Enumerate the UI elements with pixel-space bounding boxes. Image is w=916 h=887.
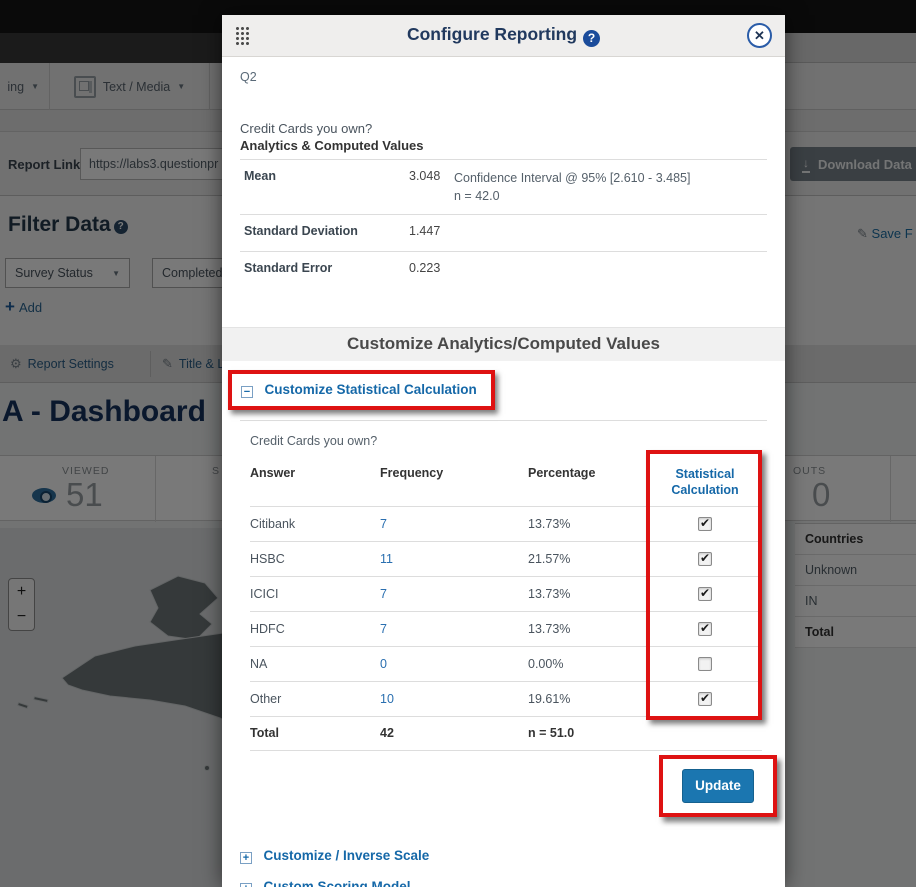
collapse-icon[interactable]: −	[241, 386, 253, 398]
statistical-calculation-checkbox[interactable]	[698, 657, 712, 671]
col-percentage: Percentage	[528, 466, 648, 480]
question-code: Q2	[240, 70, 767, 84]
statistical-calculation-checkbox[interactable]	[698, 552, 712, 566]
configure-reporting-dialog: Configure Reporting? ✕ Q2 Credit Cards y…	[222, 15, 785, 887]
divider	[240, 420, 767, 421]
col-answer: Answer	[250, 466, 380, 480]
percentage-value: 21.57%	[528, 552, 648, 566]
total-row: Total 42 n = 51.0	[250, 716, 762, 751]
expander-link-row: + Customize / Inverse Scale	[240, 847, 767, 865]
customize-statistical-calculation-link[interactable]: Customize Statistical Calculation	[264, 382, 476, 397]
answer-label: HSBC	[250, 552, 380, 566]
close-button[interactable]: ✕	[747, 23, 772, 48]
annotation-box-update: Update	[659, 755, 777, 817]
question-text: Credit Cards you own?	[240, 121, 767, 136]
answer-row: HSBC 11 21.57%	[250, 541, 762, 576]
update-area: Update	[240, 753, 767, 823]
answer-row: Citibank 7 13.73%	[250, 506, 762, 541]
help-icon[interactable]: ?	[583, 30, 600, 47]
statistical-calculation-checkbox[interactable]	[698, 587, 712, 601]
statistical-calculation-checkbox[interactable]	[698, 622, 712, 636]
answer-row: NA 0 0.00%	[250, 646, 762, 681]
expand-icon[interactable]: +	[240, 852, 252, 864]
answers-table: Answer Frequency Percentage Statistical …	[250, 462, 762, 751]
percentage-value: 13.73%	[528, 622, 648, 636]
expand-icon[interactable]: +	[240, 883, 252, 887]
percentage-value: 13.73%	[528, 517, 648, 531]
question-text-2: Credit Cards you own?	[250, 434, 767, 448]
annotation-box-stat-calc: − Customize Statistical Calculation	[228, 370, 495, 410]
percentage-value: 0.00%	[528, 657, 648, 671]
frequency-link[interactable]: 11	[380, 552, 528, 566]
customize-section-heading: Customize Analytics/Computed Values	[222, 327, 785, 361]
analytics-table: Mean 3.048 Confidence Interval @ 95% [2.…	[240, 159, 767, 289]
answer-row: HDFC 7 13.73%	[250, 611, 762, 646]
dialog-header: Configure Reporting? ✕	[222, 15, 785, 57]
percentage-value: 13.73%	[528, 587, 648, 601]
expander-link-row: + Custom Scoring Model	[240, 878, 767, 887]
percentage-value: 19.61%	[528, 692, 648, 706]
answer-row: Other 10 19.61%	[250, 681, 762, 716]
answer-label: HDFC	[250, 622, 380, 636]
answer-label: NA	[250, 657, 380, 671]
analytics-row: Mean 3.048 Confidence Interval @ 95% [2.…	[240, 159, 767, 214]
expander-link[interactable]: Custom Scoring Model	[263, 879, 410, 887]
frequency-link[interactable]: 7	[380, 622, 528, 636]
statistical-calculation-checkbox[interactable]	[698, 517, 712, 531]
expander-link[interactable]: Customize / Inverse Scale	[263, 848, 429, 863]
answers-header-row: Answer Frequency Percentage Statistical …	[250, 462, 762, 506]
analytics-heading: Analytics & Computed Values	[240, 138, 767, 153]
expander-links: + Customize / Inverse Scale + Custom Sco…	[240, 847, 767, 887]
update-button[interactable]: Update	[682, 769, 754, 803]
dialog-body: Q2 Credit Cards you own? Analytics & Com…	[222, 70, 785, 887]
answer-label: Citibank	[250, 517, 380, 531]
frequency-link[interactable]: 7	[380, 517, 528, 531]
statistical-calculation-checkbox[interactable]	[698, 692, 712, 706]
answer-label: Other	[250, 692, 380, 706]
dialog-title: Configure Reporting?	[222, 24, 785, 47]
app-screen: ing ▼ Text / Media ▼ Report Link https:/…	[0, 0, 916, 887]
answer-row: ICICI 7 13.73%	[250, 576, 762, 611]
close-icon: ✕	[754, 28, 765, 43]
analytics-row: Standard Error 0.223	[240, 251, 767, 288]
frequency-link[interactable]: 0	[380, 657, 528, 671]
frequency-link[interactable]: 10	[380, 692, 528, 706]
analytics-row: Standard Deviation 1.447	[240, 214, 767, 251]
col-frequency: Frequency	[380, 466, 528, 480]
drag-handle-icon[interactable]	[235, 26, 250, 47]
answer-label: ICICI	[250, 587, 380, 601]
col-statistical-calculation: Statistical Calculation	[648, 466, 762, 499]
frequency-link[interactable]: 7	[380, 587, 528, 601]
